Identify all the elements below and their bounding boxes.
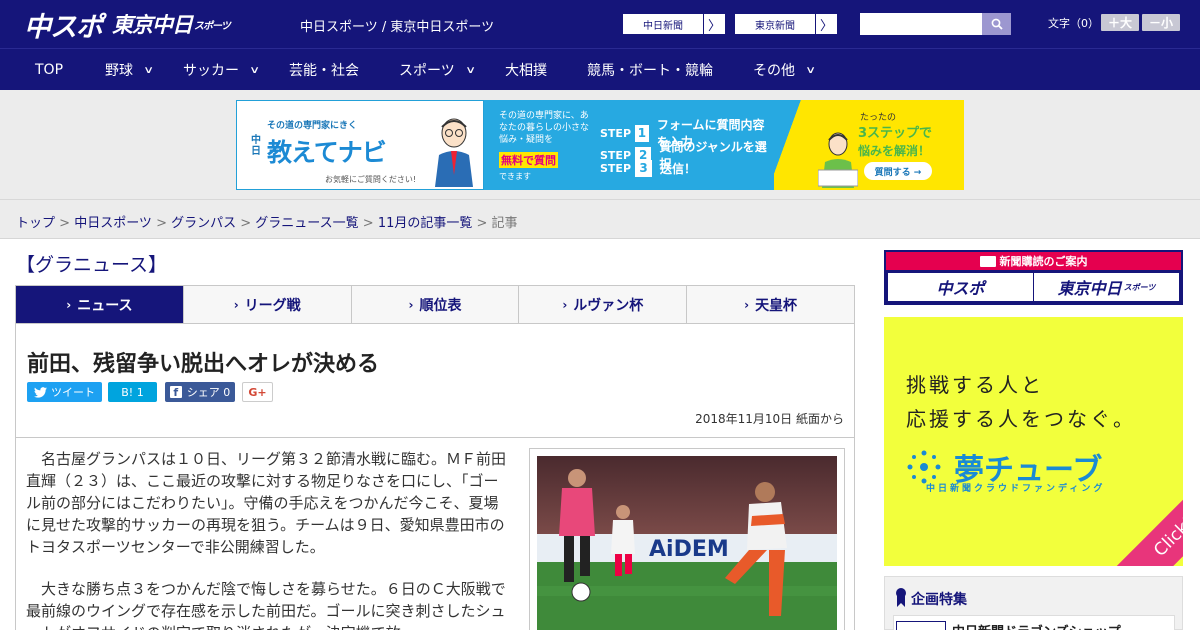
tweet-button[interactable]: ツイート <box>27 382 102 402</box>
font-larger-button[interactable]: ＋大 <box>1101 14 1139 31</box>
tokyo-shimbun-button[interactable]: 東京新聞 〉 <box>734 13 838 35</box>
nav-item-baseball[interactable]: 野球 ∨ <box>105 49 155 91</box>
article-photo[interactable]: AiDEM <box>529 448 845 630</box>
breadcrumb-link[interactable]: グランパス <box>171 216 236 231</box>
special-feature-item[interactable]: 中日新聞ドラゴンズショップ <box>893 615 1175 630</box>
nav-item-sumo[interactable]: 大相撲 <box>505 49 547 91</box>
chevron-down-icon: ∨ <box>143 64 155 76</box>
chuspo-logo[interactable]: 中スポ <box>24 7 103 43</box>
nav-item-soccer[interactable]: サッカー ∨ <box>183 49 261 91</box>
ribbon-icon <box>896 588 906 607</box>
search-button[interactable] <box>982 13 1011 35</box>
section-title: 【グラニュース】 <box>16 254 168 276</box>
tab-league[interactable]: › リーグ戦 <box>184 286 352 323</box>
special-features-box: 企画特集 中日新聞ドラゴンズショップ <box>884 576 1183 630</box>
tab-news[interactable]: › ニュース <box>16 286 184 323</box>
article-paragraph: 名古屋グランパスは１０日、リーグ第３２節清水戦に臨む。ＭＦ前田直輝（２３）は、こ… <box>26 450 507 556</box>
ad-mid-panel: その道の専門家に、あなたの暮らしの小さな悩み・疑問を 無料で質問 できます ST… <box>484 100 774 190</box>
expert-illustration-icon <box>435 118 473 187</box>
search-input[interactable] <box>860 13 982 35</box>
breadcrumb-link[interactable]: グラニュース一覧 <box>255 216 358 231</box>
breadcrumb-link[interactable]: 中日スポーツ <box>74 216 152 231</box>
chevron-right-icon: › <box>233 297 239 312</box>
tokyo-chunichi-subscribe-logo[interactable]: 東京中日 スポーツ <box>1034 273 1179 301</box>
site-links[interactable]: 中日スポーツ / 東京中日スポーツ <box>300 16 494 35</box>
article-date: 2018年11月10日 紙面から <box>695 412 844 426</box>
svg-text:AiDEM: AiDEM <box>649 537 729 562</box>
chevron-right-icon: › <box>562 297 568 312</box>
tab-standings[interactable]: › 順位表 <box>352 286 520 323</box>
nav-item-entertainment[interactable]: 芸能・社会 <box>289 49 359 91</box>
tab-levain-cup[interactable]: › ルヴァン杯 <box>519 286 688 323</box>
article-body: 名古屋グランパスは１０日、リーグ第３２節清水戦に臨む。ＭＦ前田直輝（２３）は、こ… <box>15 438 855 630</box>
ad-brand: 教えてナビ <box>267 138 387 167</box>
breadcrumb-link[interactable]: 11月の記事一覧 <box>378 216 473 231</box>
chevron-down-icon: ∨ <box>805 64 817 76</box>
google-plus-button[interactable]: G+ <box>242 382 273 402</box>
twitter-icon <box>34 386 47 398</box>
ad-left-panel: その道の専門家にきく 中日 教えてナビ お気軽にご質問ください! <box>236 100 484 190</box>
ad-step-3: STEP 3 送信！ <box>600 160 697 177</box>
breadcrumb: トップ > 中日スポーツ > グランパス > グラニュース一覧 > 11月の記事… <box>16 216 518 231</box>
newspaper-icon <box>979 255 996 267</box>
nav-item-top[interactable]: TOP <box>35 49 63 91</box>
breadcrumb-link[interactable]: トップ <box>16 216 55 231</box>
chuspo-subscribe-logo[interactable]: 中スポ <box>888 273 1033 301</box>
subscription-banner[interactable]: 新聞購読のご案内 中スポ 東京中日 スポーツ <box>884 250 1183 305</box>
breadcrumb-current: 記事 <box>491 216 518 231</box>
nav-item-other[interactable]: その他 ∨ <box>753 49 817 91</box>
chevron-down-icon: ∨ <box>464 64 476 76</box>
font-smaller-button[interactable]: －小 <box>1142 14 1180 31</box>
facebook-share-button[interactable]: f シェア 0 <box>165 382 235 402</box>
person-laptop-illustration-icon <box>818 132 858 188</box>
ad-right-panel: たったの 3ステップで 悩みを解消！ 質問する → <box>774 100 964 190</box>
chevron-right-icon: 〉 <box>815 14 837 34</box>
special-features-title: 企画特集 <box>911 592 967 608</box>
oshiete-navi-ad[interactable]: その道の専門家にきく 中日 教えてナビ お気軽にご質問ください! その道の専門家… <box>236 100 964 190</box>
banner-band: その道の専門家にきく 中日 教えてナビ お気軽にご質問ください! その道の専門家… <box>0 90 1200 200</box>
chevron-down-icon: ∨ <box>249 64 261 76</box>
nav-item-sports[interactable]: スポーツ ∨ <box>399 49 476 91</box>
main-nav: TOP 野球 ∨ サッカー ∨ 芸能・社会 スポーツ ∨ 大相撲 競馬・ボート・競輪 … <box>0 48 1200 90</box>
subscription-header: 新聞購読のご案内 <box>886 252 1181 270</box>
hatena-bookmark-button[interactable]: B! 1 <box>108 382 157 402</box>
tokyo-chunichi-logo[interactable]: 東京中日 スポーツ <box>112 7 231 41</box>
category-tabs: › ニュース › リーグ戦 › 順位表 › ルヴァン杯 › 天皇杯 <box>15 285 855 324</box>
article-paragraph: 大きな勝ち点３をつかんだ陰で悔しさを募らせた。６日のＣ大阪戦で最前線のウイングで… <box>26 580 506 630</box>
facebook-icon: f <box>169 386 182 399</box>
site-header: 中スポ 東京中日 スポーツ 中日スポーツ / 東京中日スポーツ 中日新聞 〉 東京… <box>0 0 1200 48</box>
article-header: 前田、残留争い脱出へオレが決める ツイート B! 1 f シェア 0 G+ 20… <box>15 324 855 438</box>
nav-item-racing[interactable]: 競馬・ボート・競輪 <box>587 49 713 91</box>
chevron-right-icon: › <box>744 297 750 312</box>
tab-emperors-cup[interactable]: › 天皇杯 <box>687 286 854 323</box>
feature-thumbnail <box>896 621 946 630</box>
yume-tube-ad[interactable]: 挑戦する人と 応援する人をつなぐ。 夢チューブ 中日新聞クラウドファンディング … <box>884 317 1183 566</box>
chevron-right-icon: › <box>408 297 414 312</box>
chevron-right-icon: › <box>66 297 72 312</box>
search-icon <box>991 18 1003 30</box>
font-size-label: 文字（0） <box>1048 17 1099 30</box>
click-ribbon: Click! <box>1103 466 1183 566</box>
chevron-right-icon: 〉 <box>703 14 725 34</box>
ask-question-button[interactable]: 質問する → <box>864 162 932 180</box>
soccer-match-photo: AiDEM <box>537 456 837 630</box>
article-headline: 前田、残留争い脱出へオレが決める <box>27 352 380 377</box>
chunichi-shimbun-button[interactable]: 中日新聞 〉 <box>622 13 726 35</box>
